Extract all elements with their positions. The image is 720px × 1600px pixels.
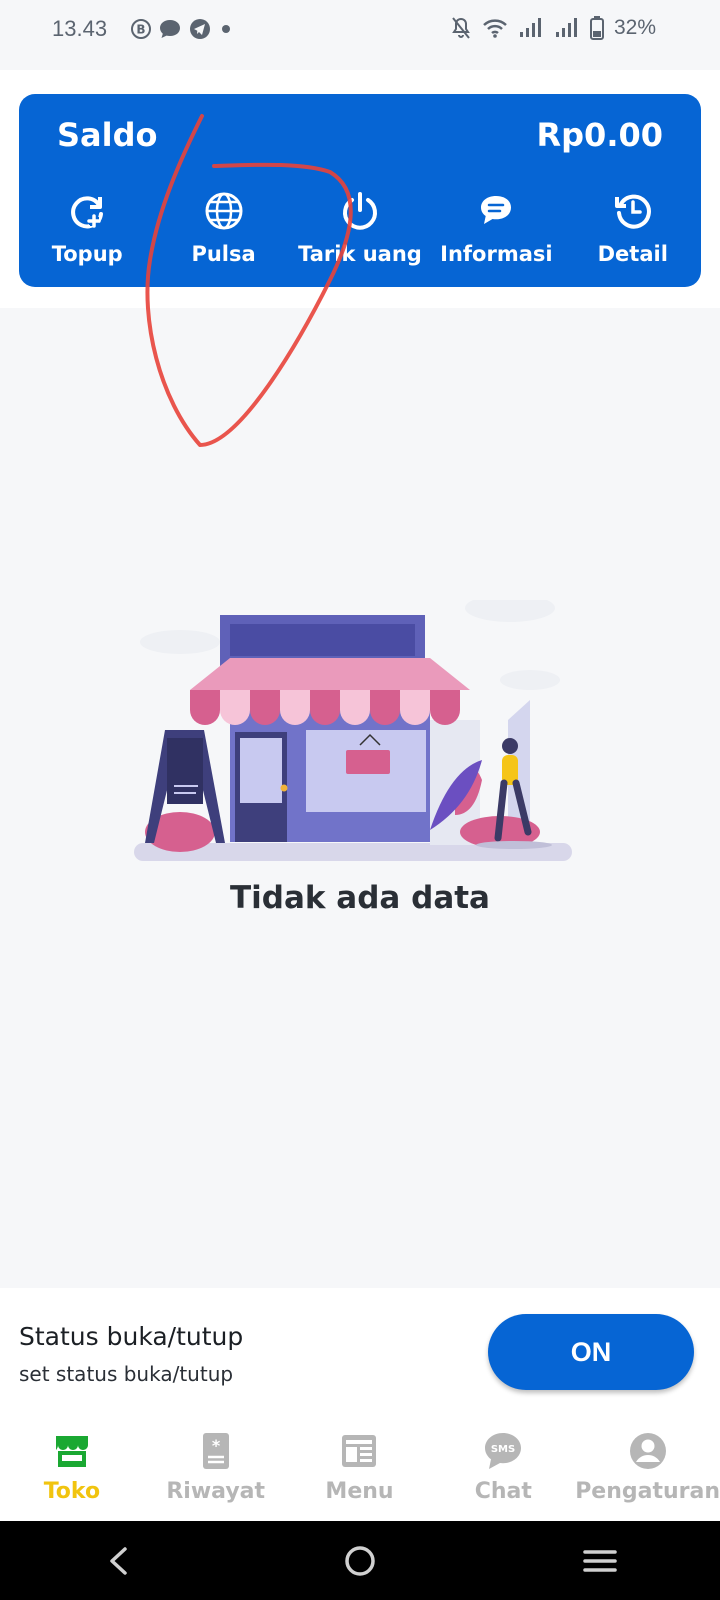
pulsa-label: Pulsa [191, 242, 256, 266]
svg-text:B: B [136, 23, 145, 37]
nav-label-riwayat: Riwayat [166, 1479, 266, 1504]
recents-icon[interactable] [580, 1541, 620, 1581]
detail-label: Detail [597, 242, 668, 266]
store-icon [55, 1436, 88, 1467]
store-status-subtitle: set status buka/tutup [19, 1362, 234, 1386]
nav-label-chat: Chat [474, 1479, 532, 1504]
home-icon[interactable] [340, 1541, 380, 1581]
battery-percent: 32% [613, 16, 656, 39]
bottom-navigation: Toko * Riwayat Menu SMS Chat Pengaturan [0, 1415, 720, 1521]
nav-item-riwayat[interactable]: * Riwayat [144, 1415, 288, 1521]
message-icon [160, 20, 180, 38]
menu-book-icon [342, 1435, 377, 1467]
nav-label-toko: Toko [43, 1479, 101, 1504]
refresh-plus-icon [71, 196, 104, 229]
chat-icon [481, 196, 512, 224]
dot-icon [222, 25, 230, 33]
sms-icon: SMS [485, 1433, 522, 1469]
nav-item-pengaturan[interactable]: Pengaturan [575, 1415, 720, 1521]
informasi-button[interactable]: Informasi [428, 190, 564, 266]
system-indicators: 32% [450, 16, 656, 40]
status-time: 13.43 [52, 16, 108, 41]
nav-item-toko[interactable]: Toko [0, 1415, 144, 1521]
nav-label-pengaturan: Pengaturan [575, 1479, 720, 1504]
topup-label: Topup [51, 242, 123, 266]
nav-item-chat[interactable]: SMS Chat [431, 1415, 575, 1521]
nav-item-menu[interactable]: Menu [288, 1415, 432, 1521]
history-icon [614, 194, 651, 229]
tarik-uang-button[interactable]: Tarik uang [292, 190, 428, 266]
status-bar: 13.43 B 32% [0, 0, 720, 62]
system-navigation-bar [0, 1521, 720, 1600]
wifi-icon [483, 19, 507, 38]
back-icon[interactable] [100, 1541, 140, 1581]
nav-label-menu: Menu [325, 1479, 394, 1504]
mute-icon [452, 17, 470, 39]
informasi-label: Informasi [440, 242, 553, 266]
notification-icons: B [130, 17, 234, 41]
wallet-actions: Topup Pulsa Tarik uang Informasi Detail [19, 190, 701, 266]
account-icon [629, 1433, 666, 1469]
power-icon [343, 192, 377, 230]
svg-text:SMS: SMS [491, 1444, 515, 1455]
detail-button[interactable]: Detail [565, 190, 701, 266]
signal-icon [519, 18, 541, 37]
saldo-amount: Rp0.00 [536, 116, 664, 154]
b-app-icon: B [131, 19, 151, 39]
svg-text:*: * [212, 1436, 221, 1455]
signal-icon-2 [555, 18, 577, 37]
store-front-icon [134, 600, 572, 861]
store-status-toggle-button[interactable]: ON [488, 1314, 694, 1390]
receipt-icon: * [202, 1433, 229, 1469]
battery-icon [589, 16, 604, 40]
globe-icon [205, 192, 243, 230]
telegram-icon [190, 19, 210, 39]
store-status-title: Status buka/tutup [19, 1322, 244, 1351]
store-status-panel: Status buka/tutup set status buka/tutup … [0, 1288, 720, 1415]
saldo-label: Saldo [57, 116, 158, 154]
pulsa-button[interactable]: Pulsa [155, 190, 291, 266]
wallet-card: Saldo Rp0.00 Topup Pulsa Tarik uang Info… [19, 94, 701, 287]
tarik-uang-label: Tarik uang [298, 242, 422, 266]
topup-button[interactable]: Topup [19, 190, 155, 266]
empty-state-message: Tidak ada data [230, 880, 490, 916]
